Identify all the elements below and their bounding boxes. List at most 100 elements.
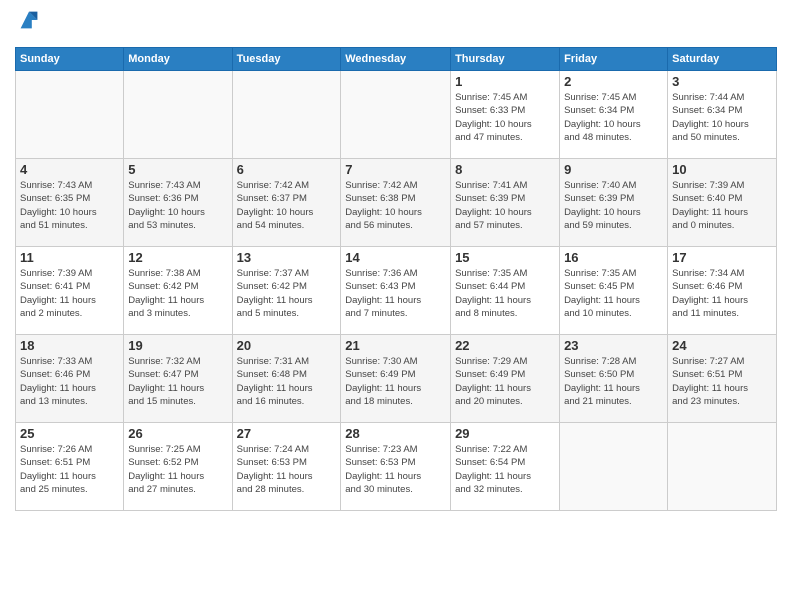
- day-number: 1: [455, 74, 555, 89]
- day-number: 22: [455, 338, 555, 353]
- day-number: 13: [237, 250, 337, 265]
- logo-icon: [15, 6, 43, 34]
- day-info: Sunrise: 7:32 AMSunset: 6:47 PMDaylight:…: [128, 355, 227, 408]
- day-cell: 20 Sunrise: 7:31 AMSunset: 6:48 PMDayligh…: [232, 335, 341, 423]
- day-number: 20: [237, 338, 337, 353]
- day-cell: 18Sunrise: 7:33 AMSunset: 6:46 PMDayligh…: [16, 335, 124, 423]
- week-row-1: 4 Sunrise: 7:43 AMSunset: 6:35 PMDaylight…: [16, 159, 777, 247]
- day-info: Sunrise: 7:43 AMSunset: 6:36 PMDaylight:…: [128, 179, 227, 232]
- day-cell: 16 Sunrise: 7:35 AMSunset: 6:45 PMDayligh…: [560, 247, 668, 335]
- day-info: Sunrise: 7:24 AMSunset: 6:53 PMDaylight:…: [237, 443, 337, 496]
- page: SundayMondayTuesdayWednesdayThursdayFrid…: [0, 0, 792, 612]
- day-header-wednesday: Wednesday: [341, 48, 451, 71]
- day-number: 8: [455, 162, 555, 177]
- day-number: 14: [345, 250, 446, 265]
- day-number: 6: [237, 162, 337, 177]
- day-number: 23: [564, 338, 663, 353]
- day-cell: 8 Sunrise: 7:41 AMSunset: 6:39 PMDaylight…: [451, 159, 560, 247]
- day-info: Sunrise: 7:27 AMSunset: 6:51 PMDaylight:…: [672, 355, 772, 408]
- day-cell: 24 Sunrise: 7:27 AMSunset: 6:51 PMDayligh…: [668, 335, 777, 423]
- day-number: 25: [20, 426, 119, 441]
- day-info: Sunrise: 7:45 AMSunset: 6:33 PMDaylight:…: [455, 91, 555, 144]
- day-number: 19: [128, 338, 227, 353]
- day-cell: 6 Sunrise: 7:42 AMSunset: 6:37 PMDaylight…: [232, 159, 341, 247]
- day-cell: 27Sunrise: 7:24 AMSunset: 6:53 PMDayligh…: [232, 423, 341, 511]
- day-info: Sunrise: 7:39 AMSunset: 6:40 PMDaylight:…: [672, 179, 772, 232]
- day-number: 4: [20, 162, 119, 177]
- day-info: Sunrise: 7:22 AMSunset: 6:54 PMDaylight:…: [455, 443, 555, 496]
- day-cell: 14 Sunrise: 7:36 AMSunset: 6:43 PMDayligh…: [341, 247, 451, 335]
- day-header-friday: Friday: [560, 48, 668, 71]
- day-info: Sunrise: 7:42 AMSunset: 6:37 PMDaylight:…: [237, 179, 337, 232]
- day-info: Sunrise: 7:38 AMSunset: 6:42 PMDaylight:…: [128, 267, 227, 320]
- day-info: Sunrise: 7:44 AMSunset: 6:34 PMDaylight:…: [672, 91, 772, 144]
- day-cell: [560, 423, 668, 511]
- day-number: 9: [564, 162, 663, 177]
- day-info: Sunrise: 7:25 AMSunset: 6:52 PMDaylight:…: [128, 443, 227, 496]
- day-cell: 17Sunrise: 7:34 AMSunset: 6:46 PMDayligh…: [668, 247, 777, 335]
- logo: [15, 10, 43, 39]
- day-info: Sunrise: 7:42 AMSunset: 6:38 PMDaylight:…: [345, 179, 446, 232]
- day-number: 2: [564, 74, 663, 89]
- day-number: 28: [345, 426, 446, 441]
- day-number: 3: [672, 74, 772, 89]
- day-number: 10: [672, 162, 772, 177]
- day-number: 5: [128, 162, 227, 177]
- day-info: Sunrise: 7:35 AMSunset: 6:45 PMDaylight:…: [564, 267, 663, 320]
- day-header-saturday: Saturday: [668, 48, 777, 71]
- day-cell: 7 Sunrise: 7:42 AMSunset: 6:38 PMDaylight…: [341, 159, 451, 247]
- day-cell: 23 Sunrise: 7:28 AMSunset: 6:50 PMDayligh…: [560, 335, 668, 423]
- day-cell: 4 Sunrise: 7:43 AMSunset: 6:35 PMDaylight…: [16, 159, 124, 247]
- day-number: 26: [128, 426, 227, 441]
- header: [15, 10, 777, 39]
- day-number: 16: [564, 250, 663, 265]
- day-cell: 13 Sunrise: 7:37 AMSunset: 6:42 PMDayligh…: [232, 247, 341, 335]
- day-info: Sunrise: 7:41 AMSunset: 6:39 PMDaylight:…: [455, 179, 555, 232]
- day-number: 17: [672, 250, 772, 265]
- week-row-2: 11 Sunrise: 7:39 AMSunset: 6:41 PMDayligh…: [16, 247, 777, 335]
- header-row: SundayMondayTuesdayWednesdayThursdayFrid…: [16, 48, 777, 71]
- day-cell: [341, 71, 451, 159]
- day-info: Sunrise: 7:36 AMSunset: 6:43 PMDaylight:…: [345, 267, 446, 320]
- day-cell: 3 Sunrise: 7:44 AMSunset: 6:34 PMDaylight…: [668, 71, 777, 159]
- day-info: Sunrise: 7:30 AMSunset: 6:49 PMDaylight:…: [345, 355, 446, 408]
- day-info: Sunrise: 7:43 AMSunset: 6:35 PMDaylight:…: [20, 179, 119, 232]
- day-info: Sunrise: 7:45 AMSunset: 6:34 PMDaylight:…: [564, 91, 663, 144]
- day-number: 15: [455, 250, 555, 265]
- day-header-tuesday: Tuesday: [232, 48, 341, 71]
- day-cell: 28Sunrise: 7:23 AMSunset: 6:53 PMDayligh…: [341, 423, 451, 511]
- day-number: 11: [20, 250, 119, 265]
- day-info: Sunrise: 7:31 AMSunset: 6:48 PMDaylight:…: [237, 355, 337, 408]
- day-header-sunday: Sunday: [16, 48, 124, 71]
- day-info: Sunrise: 7:37 AMSunset: 6:42 PMDaylight:…: [237, 267, 337, 320]
- day-cell: [124, 71, 232, 159]
- day-number: 29: [455, 426, 555, 441]
- day-number: 7: [345, 162, 446, 177]
- week-row-0: 1 Sunrise: 7:45 AMSunset: 6:33 PMDaylight…: [16, 71, 777, 159]
- calendar: SundayMondayTuesdayWednesdayThursdayFrid…: [15, 47, 777, 511]
- week-row-4: 25 Sunrise: 7:26 AMSunset: 6:51 PMDayligh…: [16, 423, 777, 511]
- day-header-thursday: Thursday: [451, 48, 560, 71]
- day-cell: [668, 423, 777, 511]
- day-cell: 26 Sunrise: 7:25 AMSunset: 6:52 PMDayligh…: [124, 423, 232, 511]
- day-cell: 12 Sunrise: 7:38 AMSunset: 6:42 PMDayligh…: [124, 247, 232, 335]
- day-number: 24: [672, 338, 772, 353]
- day-number: 12: [128, 250, 227, 265]
- day-cell: 10 Sunrise: 7:39 AMSunset: 6:40 PMDayligh…: [668, 159, 777, 247]
- day-info: Sunrise: 7:29 AMSunset: 6:49 PMDaylight:…: [455, 355, 555, 408]
- day-info: Sunrise: 7:39 AMSunset: 6:41 PMDaylight:…: [20, 267, 119, 320]
- day-cell: 5 Sunrise: 7:43 AMSunset: 6:36 PMDaylight…: [124, 159, 232, 247]
- day-cell: 1 Sunrise: 7:45 AMSunset: 6:33 PMDaylight…: [451, 71, 560, 159]
- day-cell: 11 Sunrise: 7:39 AMSunset: 6:41 PMDayligh…: [16, 247, 124, 335]
- day-cell: 2 Sunrise: 7:45 AMSunset: 6:34 PMDaylight…: [560, 71, 668, 159]
- day-cell: [16, 71, 124, 159]
- day-info: Sunrise: 7:28 AMSunset: 6:50 PMDaylight:…: [564, 355, 663, 408]
- day-info: Sunrise: 7:40 AMSunset: 6:39 PMDaylight:…: [564, 179, 663, 232]
- day-info: Sunrise: 7:35 AMSunset: 6:44 PMDaylight:…: [455, 267, 555, 320]
- day-cell: [232, 71, 341, 159]
- day-cell: 22 Sunrise: 7:29 AMSunset: 6:49 PMDayligh…: [451, 335, 560, 423]
- day-info: Sunrise: 7:26 AMSunset: 6:51 PMDaylight:…: [20, 443, 119, 496]
- week-row-3: 18Sunrise: 7:33 AMSunset: 6:46 PMDayligh…: [16, 335, 777, 423]
- day-cell: 29 Sunrise: 7:22 AMSunset: 6:54 PMDayligh…: [451, 423, 560, 511]
- day-number: 21: [345, 338, 446, 353]
